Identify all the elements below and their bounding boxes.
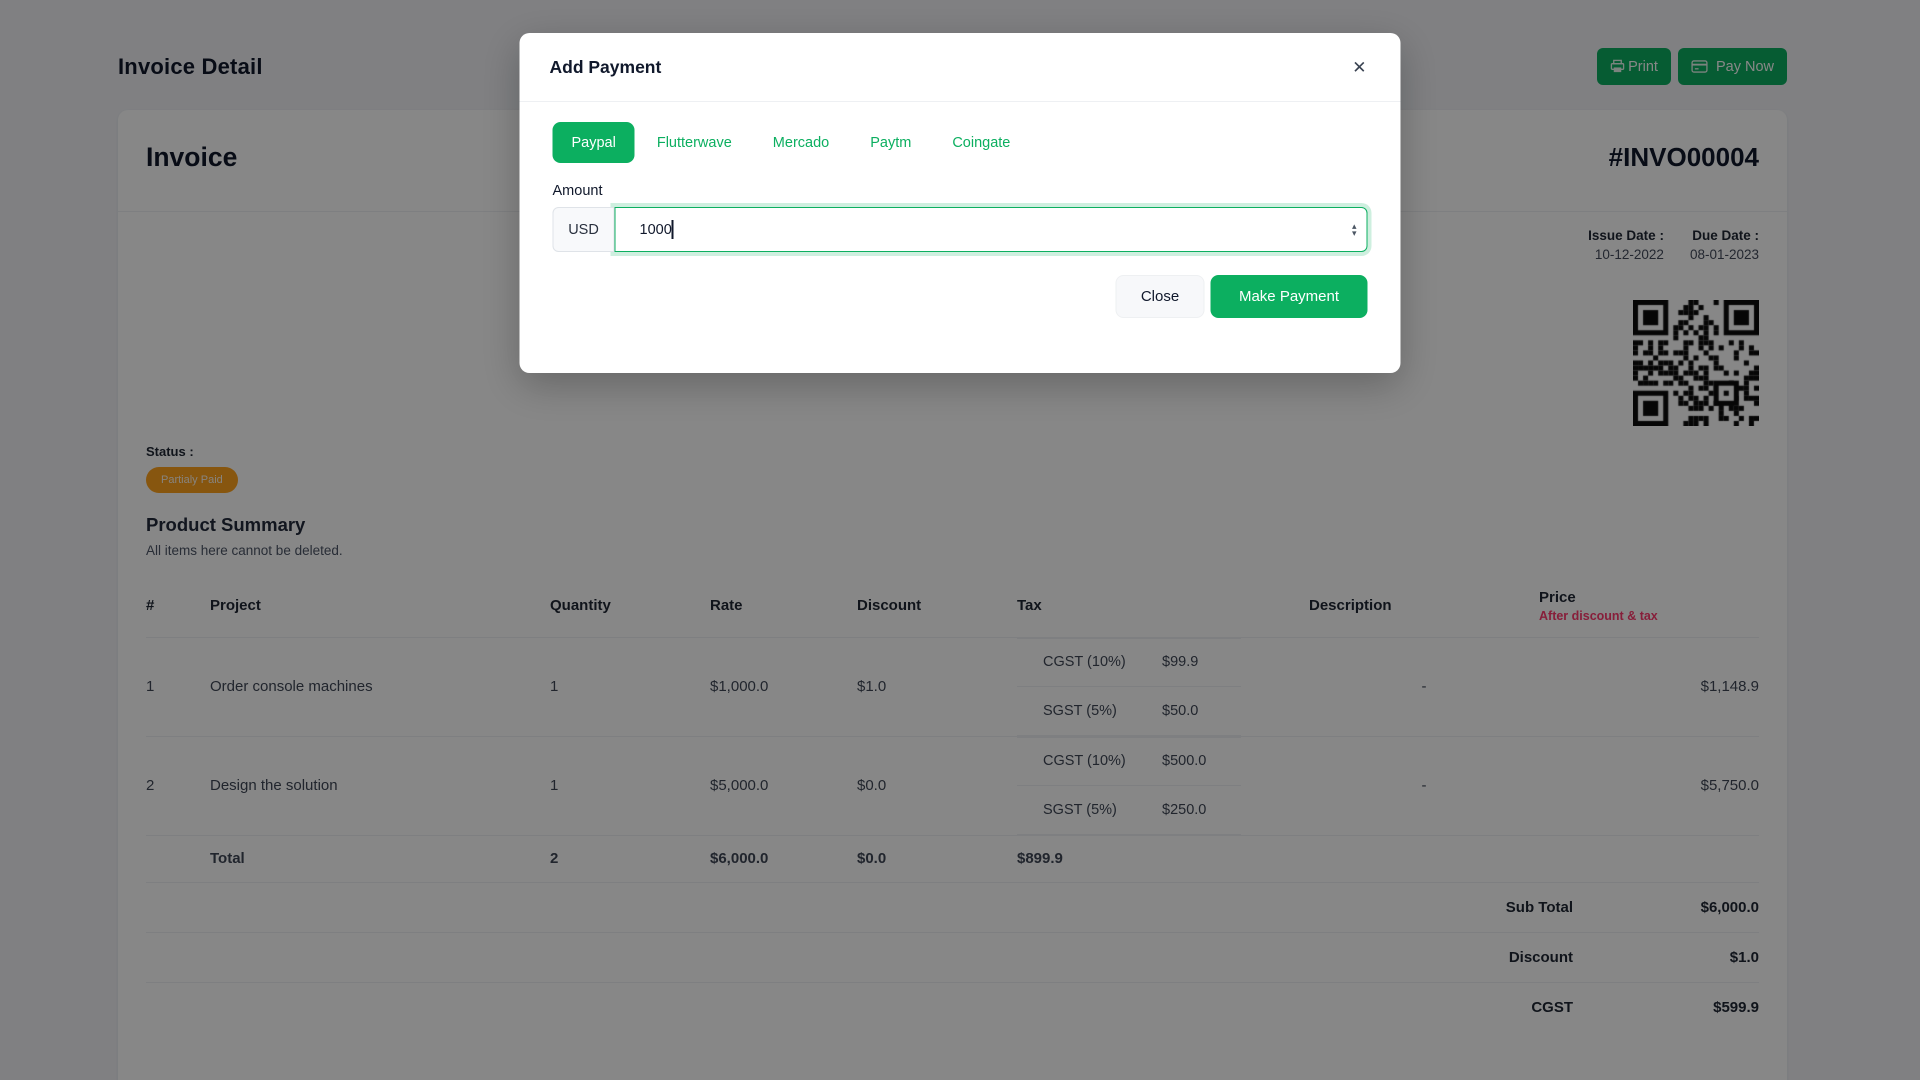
number-spinner[interactable]: ▴ ▾: [1352, 223, 1357, 237]
modal-close-button[interactable]: Close: [1116, 275, 1205, 318]
modal-title: Add Payment: [550, 57, 662, 78]
tab-mercado[interactable]: Mercado: [754, 122, 848, 163]
amount-label: Amount: [553, 183, 1368, 199]
add-payment-modal: Add Payment ✕ Paypal Flutterwave Mercado…: [520, 33, 1401, 373]
tab-paypal[interactable]: Paypal: [553, 122, 635, 163]
amount-input-group: USD ▴ ▾: [553, 207, 1368, 252]
spinner-down-icon[interactable]: ▾: [1352, 230, 1357, 237]
tab-flutterwave[interactable]: Flutterwave: [638, 122, 751, 163]
amount-input[interactable]: [615, 207, 1368, 252]
text-caret: [672, 220, 674, 239]
tab-paytm[interactable]: Paytm: [851, 122, 930, 163]
make-payment-button[interactable]: Make Payment: [1211, 275, 1368, 318]
modal-header: Add Payment ✕: [520, 33, 1401, 102]
tab-coingate[interactable]: Coingate: [933, 122, 1029, 163]
modal-footer: Close Make Payment: [1116, 275, 1368, 318]
close-icon[interactable]: ✕: [1348, 55, 1370, 80]
payment-method-tabs: Paypal Flutterwave Mercado Paytm Coingat…: [553, 122, 1368, 163]
currency-prefix: USD: [553, 207, 615, 252]
modal-body: Paypal Flutterwave Mercado Paytm Coingat…: [520, 102, 1401, 252]
